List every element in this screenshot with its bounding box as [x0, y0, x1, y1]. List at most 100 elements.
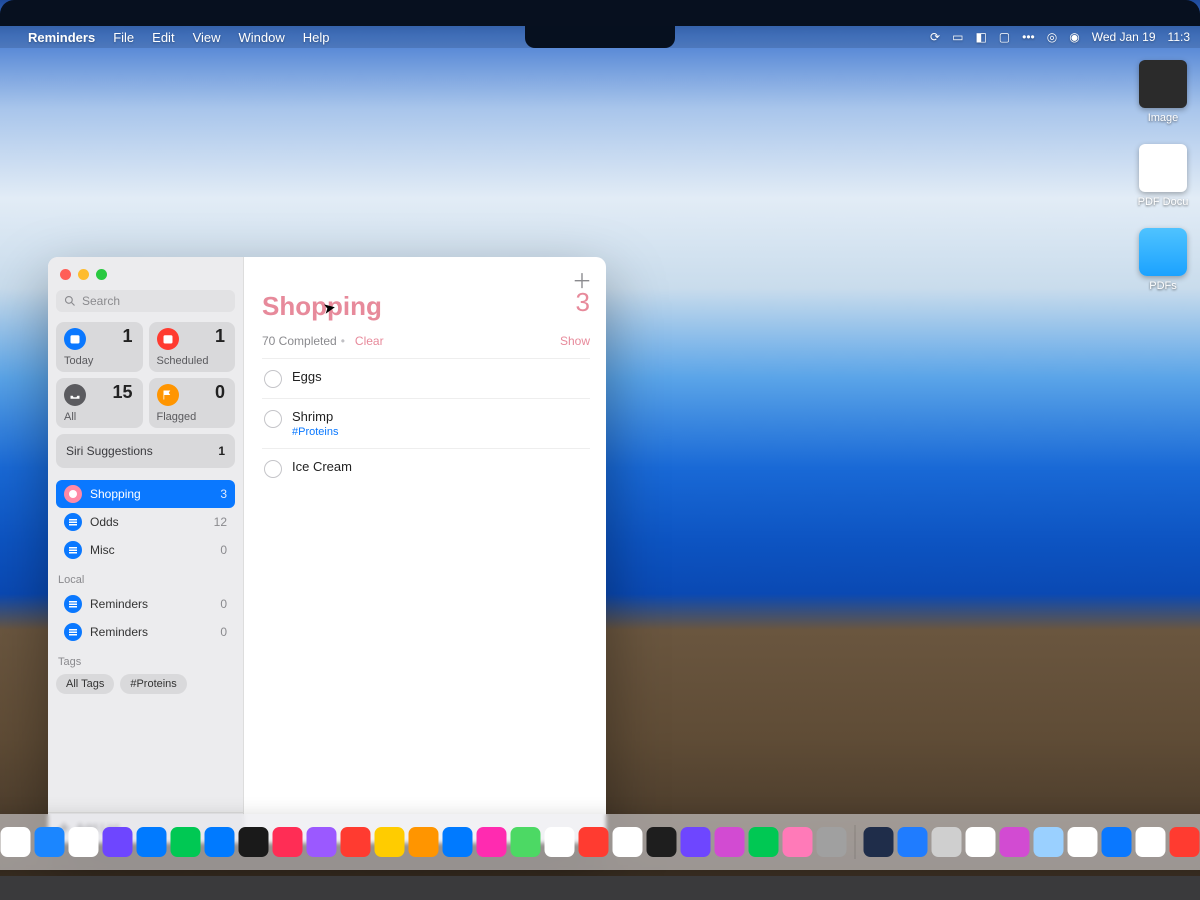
sidebar: Search 1 Today 1 Scheduled 15 All 0 Flag [48, 257, 244, 843]
close-button[interactable] [60, 269, 71, 280]
dock-app[interactable] [477, 827, 507, 857]
search-placeholder: Search [82, 294, 120, 308]
list-misc[interactable]: Misc 0 [56, 536, 235, 564]
desktop-icon-label: PDFs [1149, 280, 1177, 292]
complete-checkbox[interactable] [264, 410, 282, 428]
reminder-text: Ice Cream [292, 459, 352, 474]
dock-app[interactable] [443, 827, 473, 857]
minimize-button[interactable] [78, 269, 89, 280]
dock-app[interactable] [511, 827, 541, 857]
desktop-icon[interactable]: Image [1139, 60, 1187, 124]
dock-app[interactable] [898, 827, 928, 857]
image-file-icon [1139, 60, 1187, 108]
dock-app[interactable] [273, 827, 303, 857]
dock-app[interactable] [409, 827, 439, 857]
reminder-text: Eggs [292, 369, 322, 384]
calendar-icon [64, 328, 86, 350]
search-icon [64, 295, 76, 307]
menu-window[interactable]: Window [239, 30, 285, 45]
status-icon[interactable]: ▢ [999, 30, 1010, 44]
tag-proteins[interactable]: #Proteins [120, 674, 186, 694]
menu-edit[interactable]: Edit [152, 30, 174, 45]
control-center-icon[interactable]: ◎ [1047, 30, 1057, 44]
dock-app[interactable] [1068, 827, 1098, 857]
dock-app[interactable] [1170, 827, 1200, 857]
dock-app[interactable] [69, 827, 99, 857]
reminder-item[interactable]: Shrimp #Proteins [262, 399, 590, 449]
menu-bar: Reminders File Edit View Window Help ⟳ ▭… [0, 26, 1200, 48]
dock-app[interactable] [1034, 827, 1064, 857]
complete-checkbox[interactable] [264, 460, 282, 478]
clear-completed-button[interactable]: Clear [355, 334, 384, 348]
siri-icon[interactable]: ◉ [1069, 30, 1079, 44]
desktop-icon[interactable]: PDF Docu [1138, 144, 1189, 208]
smart-list-flagged[interactable]: 0 Flagged [149, 378, 236, 428]
list-count: 0 [220, 597, 227, 611]
local-list[interactable]: Reminders 0 [56, 618, 235, 646]
today-label: Today [64, 355, 93, 367]
dock-app[interactable] [1000, 827, 1030, 857]
siri-suggestions[interactable]: Siri Suggestions 1 [56, 434, 235, 468]
all-count: 15 [112, 382, 132, 403]
show-completed-button[interactable]: Show [560, 334, 590, 348]
dock-app[interactable] [1102, 827, 1132, 857]
desktop-icon[interactable]: PDFs [1139, 228, 1187, 292]
menu-view[interactable]: View [193, 30, 221, 45]
list-pane: ＋ Shopping 3 70 Completed • Clear Show E… [244, 257, 606, 843]
dock-app[interactable] [1, 827, 31, 857]
status-icon[interactable]: ⟳ [930, 30, 940, 44]
dock-app[interactable] [932, 827, 962, 857]
dock-app[interactable] [171, 827, 201, 857]
list-title: Shopping [262, 291, 590, 322]
search-input[interactable]: Search [56, 290, 235, 312]
dock-app[interactable] [966, 827, 996, 857]
dock-app[interactable] [137, 827, 167, 857]
dock-app[interactable] [613, 827, 643, 857]
list-shopping[interactable]: Shopping 3 [56, 480, 235, 508]
complete-checkbox[interactable] [264, 370, 282, 388]
dock-app[interactable] [239, 827, 269, 857]
dock-app[interactable] [864, 827, 894, 857]
smart-list-all[interactable]: 15 All [56, 378, 143, 428]
smart-list-today[interactable]: 1 Today [56, 322, 143, 372]
dock-app[interactable] [1136, 827, 1166, 857]
window-controls [56, 267, 235, 290]
reminder-text: Shrimp [292, 409, 338, 424]
local-section-label: Local [58, 574, 233, 586]
dock-app[interactable] [307, 827, 337, 857]
zoom-button[interactable] [96, 269, 107, 280]
dock-app[interactable] [749, 827, 779, 857]
tag-all[interactable]: All Tags [56, 674, 114, 694]
status-icon[interactable]: ••• [1022, 30, 1035, 44]
list-bullet-icon [64, 485, 82, 503]
dock-app[interactable] [681, 827, 711, 857]
list-bullet-icon [64, 513, 82, 531]
dock-app[interactable] [783, 827, 813, 857]
dock-app[interactable] [817, 827, 847, 857]
dock-app[interactable] [545, 827, 575, 857]
status-icon[interactable]: ◧ [975, 30, 986, 44]
dock-app[interactable] [579, 827, 609, 857]
dock-app[interactable] [715, 827, 745, 857]
my-lists: Shopping 3 Odds 12 Misc 0 Local Reminder… [56, 480, 235, 696]
dock-app[interactable] [103, 827, 133, 857]
dock-app[interactable] [647, 827, 677, 857]
dock-app[interactable] [341, 827, 371, 857]
dock-app[interactable] [35, 827, 65, 857]
menu-file[interactable]: File [113, 30, 134, 45]
reminder-tag[interactable]: #Proteins [292, 426, 338, 438]
menubar-time[interactable]: 11:3 [1168, 30, 1190, 44]
dock-app[interactable] [205, 827, 235, 857]
app-name[interactable]: Reminders [28, 30, 95, 45]
dock-app[interactable] [375, 827, 405, 857]
menu-help[interactable]: Help [303, 30, 330, 45]
reminder-item[interactable]: Eggs [262, 359, 590, 399]
menubar-date[interactable]: Wed Jan 19 [1092, 30, 1156, 44]
status-icon[interactable]: ▭ [952, 30, 963, 44]
reminders-window: Search 1 Today 1 Scheduled 15 All 0 Flag [48, 257, 606, 843]
list-label: Odds [90, 515, 119, 529]
smart-list-scheduled[interactable]: 1 Scheduled [149, 322, 236, 372]
local-list[interactable]: Reminders 0 [56, 590, 235, 618]
list-odds[interactable]: Odds 12 [56, 508, 235, 536]
reminder-item[interactable]: Ice Cream [262, 449, 590, 488]
